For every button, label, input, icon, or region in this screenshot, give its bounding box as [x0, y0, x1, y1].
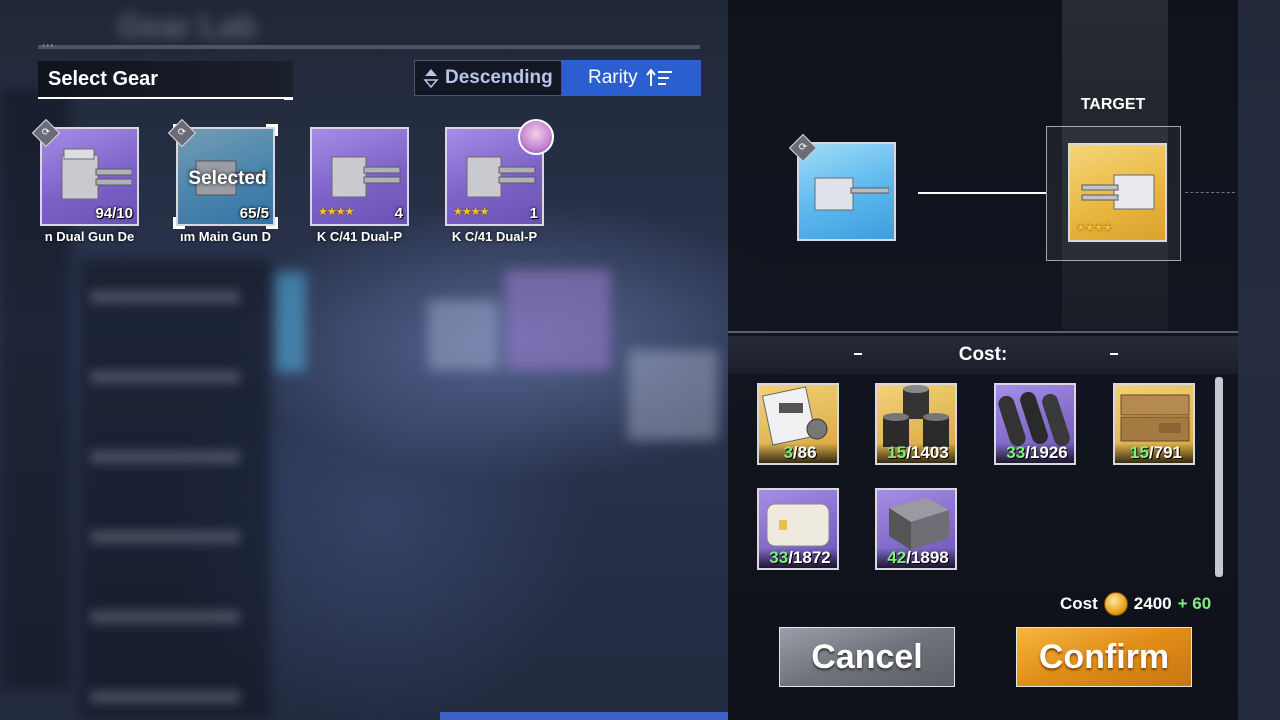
coin-cost-amount: 2400: [1133, 594, 1172, 613]
top-divider: [38, 45, 700, 49]
gear-card-frame: ★★★★ 4: [310, 127, 409, 226]
gear-name: K C/41 Dual-P: [451, 229, 538, 244]
material-cotton-bale[interactable]: 33/1872: [757, 488, 839, 570]
sort-key-label: Rarity: [588, 67, 638, 88]
dual-gun-icon: [331, 156, 401, 198]
confirm-button[interactable]: Confirm: [1016, 627, 1192, 687]
selection-corner: [266, 124, 278, 136]
cost-header: Cost:: [728, 336, 1238, 374]
steel-drums-icon: [883, 385, 949, 447]
material-frame: 33/1926: [994, 383, 1076, 465]
material-count: 33/1872: [759, 548, 837, 568]
metal-ingot-icon: [889, 498, 949, 550]
background-list: [80, 260, 270, 720]
cost-dash-decoration: [1110, 353, 1118, 355]
coin-cost: Cost 2400 + 60: [1060, 592, 1211, 616]
background-bar: [440, 712, 730, 720]
material-frame: 15/1403: [875, 383, 957, 465]
gear-stars: ★★★★: [318, 206, 354, 218]
steel-pipes-icon: [998, 391, 1070, 447]
material-frame: 3/86: [757, 383, 839, 465]
gear-stars: ★★★★: [453, 206, 489, 218]
background-card: [276, 272, 306, 372]
background-card: [505, 270, 610, 370]
background-row: [90, 290, 240, 304]
material-frame: 33/1872: [757, 488, 839, 570]
cancel-button[interactable]: Cancel: [779, 627, 955, 687]
cancel-button-label: Cancel: [811, 637, 923, 676]
target-gear-frame: ★★★★: [1068, 143, 1167, 242]
material-count: 42/1898: [877, 548, 955, 568]
gear-count: 4: [394, 205, 403, 222]
select-gear-header: Select Gear: [38, 61, 293, 99]
right-edge-strip: [1238, 0, 1280, 720]
sort-controls: Descending Rarity: [414, 60, 701, 96]
material-count: 33/1926: [996, 443, 1074, 463]
selection-corner: [266, 217, 278, 229]
gear-name: n Dual Gun De: [44, 229, 135, 244]
dual-gun-icon: [61, 148, 132, 200]
gear-count: 65/5: [239, 205, 269, 222]
sort-order-icon: [423, 69, 439, 88]
cost-title: Cost:: [958, 344, 1008, 365]
target-gear: ★★★★: [1068, 143, 1167, 242]
upgrade-arrow-tail: [1185, 192, 1235, 193]
header-corner-decoration: [284, 97, 293, 100]
gear-card-4[interactable]: ★★★★ 1 K C/41 Dual-P: [445, 119, 554, 244]
material-blueprint[interactable]: 3/86: [757, 383, 839, 465]
sort-order-button[interactable]: Descending: [414, 60, 562, 96]
background-title: Gear Lab: [118, 8, 257, 44]
material-count: 15/1403: [877, 443, 955, 463]
background-row: [90, 530, 240, 544]
gear-card-3[interactable]: ★★★★ 4 K C/41 Dual-P: [310, 127, 409, 244]
background-row: [90, 690, 240, 704]
material-frame: 15/791: [1113, 383, 1195, 465]
gear-name: ım Main Gun D: [180, 229, 271, 244]
material-steel-pipes[interactable]: 33/1926: [994, 383, 1076, 465]
material-count: 3/86: [759, 443, 837, 463]
gear-count: 94/10: [95, 205, 133, 222]
selection-corner: [173, 217, 185, 229]
sort-order-label: Descending: [445, 67, 553, 88]
select-gear-title: Select Gear: [48, 68, 159, 90]
material-frame: 42/1898: [875, 488, 957, 570]
upgrade-arrow: [918, 192, 1046, 194]
ammo-crate-icon: [1120, 394, 1190, 442]
coin-cost-extra: + 60: [1177, 594, 1212, 613]
cost-divider: [728, 331, 1238, 333]
material-ammo-crate[interactable]: 15/791: [1113, 383, 1195, 465]
equipped-character-avatar: [518, 119, 554, 155]
background-row: [90, 450, 240, 464]
source-gear: ⟳: [788, 133, 896, 241]
sort-ascending-icon: [645, 69, 672, 86]
gear-card-1[interactable]: 94/10 ⟳ n Dual Gun De: [31, 118, 139, 244]
gear-card-2[interactable]: Selected 65/5 ⟳ ım Main Gun D: [167, 118, 278, 244]
gear-name: K C/41 Dual-P: [316, 229, 403, 244]
material-count: 15/791: [1115, 443, 1193, 463]
background-card: [628, 350, 718, 440]
material-metal-ingot[interactable]: 42/1898: [875, 488, 957, 570]
background-row: [90, 610, 240, 624]
gear-count: 1: [529, 205, 538, 222]
blueprint-icon: [761, 386, 828, 446]
background-row: [90, 370, 240, 384]
selected-label: Selected: [188, 167, 267, 189]
cotton-bale-icon: [766, 503, 830, 547]
sort-key-button[interactable]: Rarity: [562, 60, 701, 96]
cost-dash-decoration: [854, 353, 862, 355]
confirm-button-label: Confirm: [1038, 637, 1170, 676]
coin-icon: [1103, 592, 1128, 616]
material-steel-drums[interactable]: 15/1403: [875, 383, 957, 465]
coin-cost-label: Cost: [1060, 594, 1098, 613]
cost-scrollbar[interactable]: [1215, 377, 1223, 577]
main-gun-icon: [1081, 174, 1155, 210]
target-stars: ★★★★: [1076, 222, 1112, 234]
background-card: [428, 300, 498, 370]
target-label: TARGET: [1080, 96, 1146, 113]
main-gun-icon: [814, 177, 889, 211]
